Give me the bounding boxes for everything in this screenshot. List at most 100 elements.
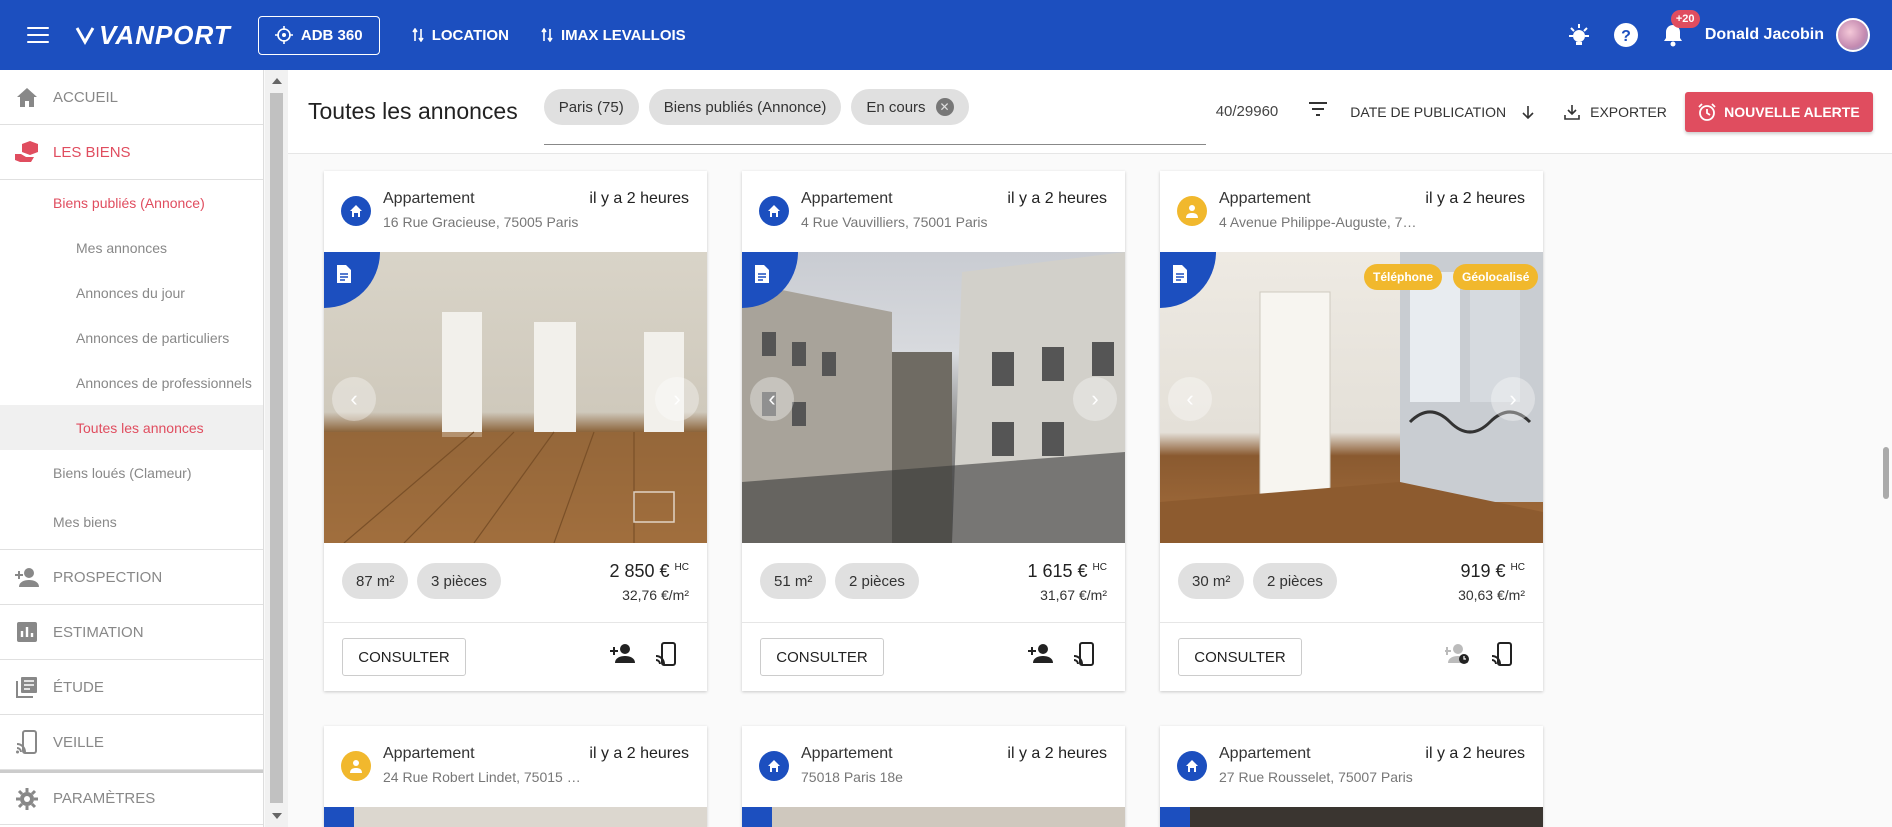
sidebar-sub-particuliers[interactable]: Annonces de particuliers <box>0 315 263 360</box>
avatar[interactable] <box>1836 18 1870 52</box>
rooms-pill: 2 pièces <box>1253 563 1337 599</box>
photo-image <box>1160 252 1543 543</box>
sidebar-item-label: LES BIENS <box>53 143 131 161</box>
sidebar-item-etude[interactable]: ÉTUDE <box>0 660 263 715</box>
prev-photo-icon[interactable]: ‹ <box>332 377 376 421</box>
sidebar-sub-mes-biens[interactable]: Mes biens <box>0 495 263 550</box>
user-name[interactable]: Donald Jacobin <box>1705 26 1824 44</box>
next-photo-icon[interactable]: › <box>1491 377 1535 421</box>
listing-card[interactable]: Appartement 27 Rue Rousselet, 75007 Pari… <box>1160 726 1543 827</box>
sidebar-sub-label: Mes annonces <box>76 239 168 256</box>
download-icon <box>1564 104 1580 120</box>
property-type: Appartement <box>801 190 893 207</box>
location-link[interactable]: LOCATION <box>412 27 509 44</box>
sidebar-item-accueil[interactable]: ACCUEIL <box>0 70 263 125</box>
property-photo[interactable]: Téléphone Géolocalisé ‹ › <box>1160 252 1543 543</box>
result-count: 40/29960 <box>1215 103 1279 120</box>
price-value: 1 615 € <box>1027 561 1088 581</box>
consult-button[interactable]: CONSULTER <box>1178 638 1302 676</box>
person-add-icon <box>0 567 53 587</box>
sidebar-item-estimation[interactable]: ESTIMATION <box>0 605 263 660</box>
chip-type[interactable]: Biens publiés (Annonce) <box>648 89 842 125</box>
logo[interactable]: VANPORT <box>75 20 231 51</box>
sidebar-sub-annonces-du-jour[interactable]: Annonces du jour <box>0 270 263 315</box>
page-title: Toutes les annonces <box>308 98 518 124</box>
listing-card[interactable]: Appartement 4 Avenue Philippe-Auguste, 7… <box>1160 171 1543 691</box>
sidebar: ACCUEIL LES BIENS Biens publiés (Annonce… <box>0 70 264 827</box>
property-photo[interactable] <box>324 807 707 827</box>
sidebar-item-veille[interactable]: VEILLE <box>0 715 263 770</box>
scrollbar-thumb[interactable] <box>270 93 283 803</box>
sidebar-sub-label: Biens publiés (Annonce) <box>53 194 205 211</box>
listing-card[interactable]: Appartement 16 Rue Gracieuse, 75005 Pari… <box>324 171 707 691</box>
filter-icon[interactable] <box>1308 101 1328 122</box>
adb360-button[interactable]: ADB 360 <box>257 15 380 55</box>
sidebar-sub-biens-publies[interactable]: Biens publiés (Annonce) <box>0 180 263 225</box>
sidebar-item-les-biens[interactable]: LES BIENS <box>0 125 263 180</box>
property-photo[interactable] <box>1160 807 1543 827</box>
contact-pending-icon[interactable] <box>1443 643 1471 670</box>
sidebar-sub-label: Toutes les annonces <box>76 419 204 436</box>
sidebar-sub-mes-annonces[interactable]: Mes annonces <box>0 225 263 270</box>
library-icon <box>0 676 53 698</box>
cast-icon[interactable] <box>655 642 677 671</box>
content-scrollbar[interactable] <box>1880 154 1892 827</box>
prev-photo-icon[interactable]: ‹ <box>750 377 794 421</box>
publish-time: il y a 2 heures <box>1007 190 1107 207</box>
cast-icon[interactable] <box>1491 642 1513 671</box>
price-hc: HC <box>1510 562 1525 573</box>
cast-icon[interactable] <box>1073 642 1095 671</box>
sidebar-sub-toutes[interactable]: Toutes les annonces <box>0 405 263 450</box>
scroll-down-icon[interactable] <box>272 813 282 819</box>
listing-card[interactable]: Appartement 75018 Paris 18e il y a 2 heu… <box>742 726 1125 827</box>
surface-pill: 30 m² <box>1178 563 1245 599</box>
close-icon[interactable]: ✕ <box>935 98 954 116</box>
export-button[interactable]: EXPORTER <box>1564 104 1667 120</box>
crosshair-icon <box>274 26 293 44</box>
chip-status[interactable]: En cours ✕ <box>851 89 969 125</box>
agency-link[interactable]: IMAX LEVALLOIS <box>541 27 686 44</box>
consult-button[interactable]: CONSULTER <box>760 638 884 676</box>
export-label: EXPORTER <box>1590 103 1667 120</box>
property-photo[interactable]: ‹ › <box>742 252 1125 543</box>
listing-card[interactable]: Appartement 24 Rue Robert Lindet, 75015 … <box>324 726 707 827</box>
new-alert-button[interactable]: NOUVELLE ALERTE <box>1684 91 1873 132</box>
consult-button[interactable]: CONSULTER <box>342 638 466 676</box>
scroll-up-icon[interactable] <box>272 78 282 84</box>
logo-text: VANPORT <box>99 19 231 50</box>
sidebar-item-label: ÉTUDE <box>53 678 104 696</box>
chip-location[interactable]: Paris (75) <box>543 89 639 125</box>
prev-photo-icon[interactable]: ‹ <box>1168 377 1212 421</box>
surface-pill: 51 m² <box>760 563 827 599</box>
add-contact-icon[interactable] <box>609 643 635 668</box>
next-photo-icon[interactable]: › <box>655 377 699 421</box>
sort-button[interactable]: DATE DE PUBLICATION <box>1350 104 1534 120</box>
property-type: Appartement <box>801 745 893 762</box>
add-contact-icon[interactable] <box>1027 643 1053 668</box>
property-type: Appartement <box>1219 190 1311 207</box>
sidebar-item-prospection[interactable]: PROSPECTION <box>0 550 263 605</box>
surface-pill: 87 m² <box>342 563 409 599</box>
sidebar-sub-biens-loues[interactable]: Biens loués (Clameur) <box>0 450 263 495</box>
sidebar-sub-professionnels[interactable]: Annonces de professionnels <box>0 360 263 405</box>
arrow-down-icon <box>1522 105 1534 119</box>
svg-text:?: ? <box>1621 28 1631 45</box>
house-hand-icon <box>0 140 53 164</box>
next-photo-icon[interactable]: › <box>1073 377 1117 421</box>
notifications-icon[interactable]: +20 <box>1660 10 1700 48</box>
sidebar-scrollbar[interactable] <box>265 70 288 827</box>
listing-card[interactable]: Appartement 4 Rue Vauvilliers, 75001 Par… <box>742 171 1125 691</box>
help-icon[interactable]: ? <box>1613 22 1639 48</box>
property-address: 27 Rue Rousselet, 75007 Paris <box>1219 769 1413 785</box>
theme-toggle-icon[interactable] <box>1566 22 1592 48</box>
agency-home-icon <box>759 751 789 781</box>
publish-time: il y a 2 heures <box>1425 745 1525 762</box>
scrollbar-thumb[interactable] <box>1883 447 1889 499</box>
tag-geolocated: Géolocalisé <box>1453 264 1539 290</box>
chip-label: Paris (75) <box>558 98 624 116</box>
filter-chips[interactable]: Paris (75) Biens publiés (Annonce) En co… <box>543 79 1206 145</box>
property-photo[interactable] <box>742 807 1125 827</box>
property-photo[interactable]: ‹ › <box>324 252 707 543</box>
menu-icon[interactable] <box>27 27 49 43</box>
sidebar-item-parametres[interactable]: PARAMÈTRES <box>0 770 263 825</box>
